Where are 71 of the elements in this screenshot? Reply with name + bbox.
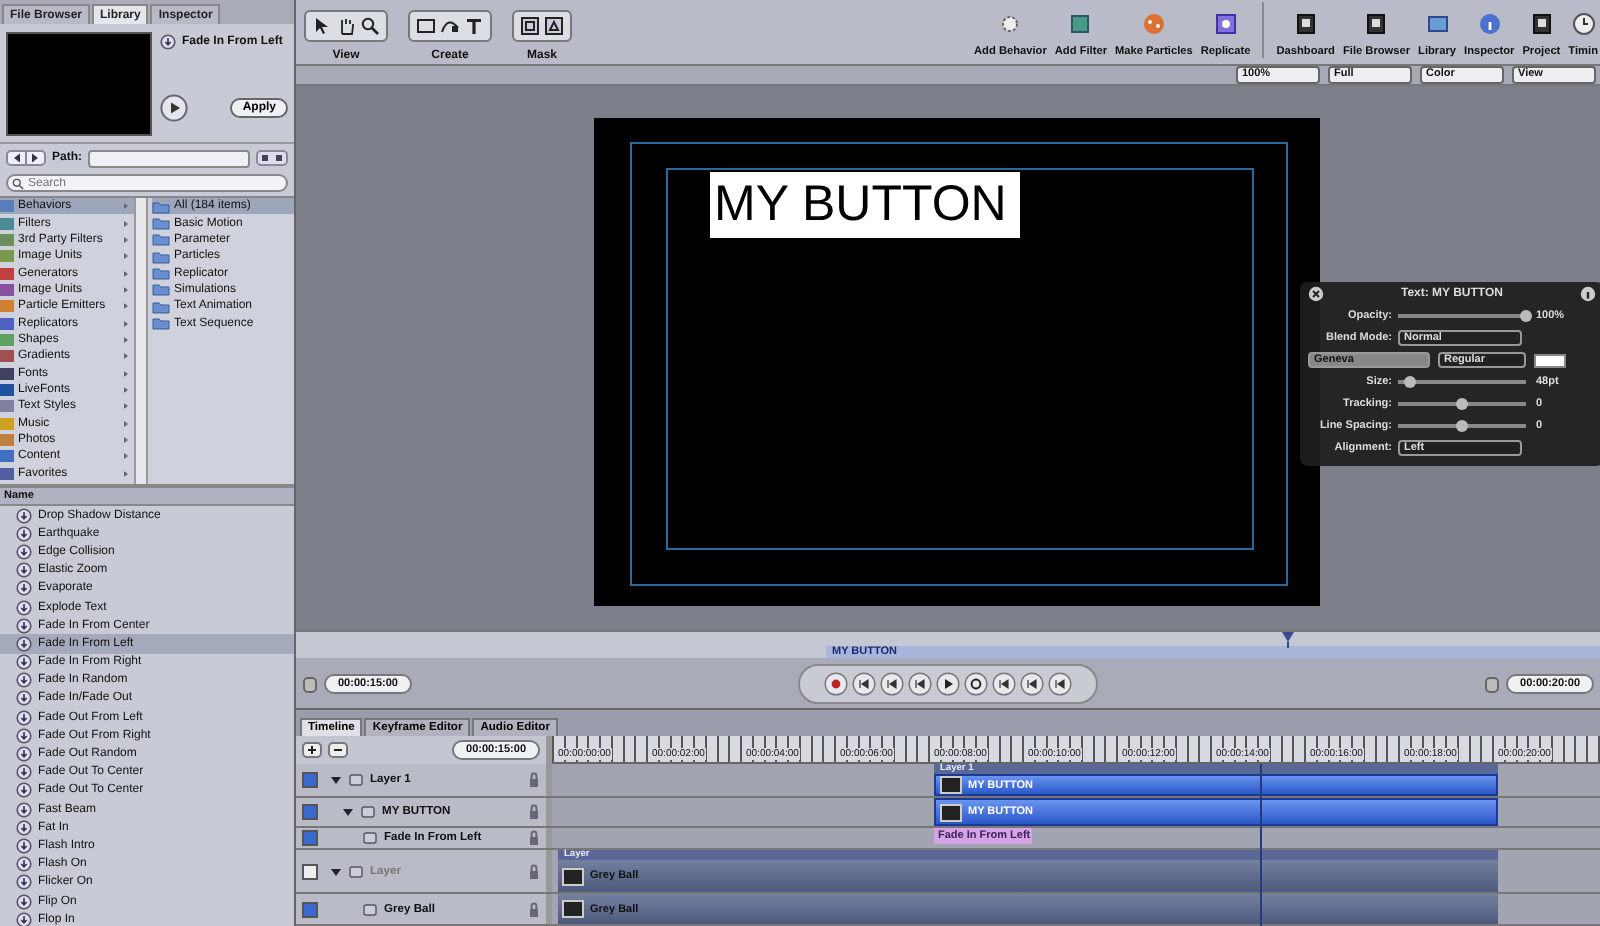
play-selection-button[interactable]	[908, 671, 932, 696]
close-icon[interactable]	[1308, 286, 1324, 303]
slider-track[interactable]	[1398, 402, 1526, 407]
library-icon	[1425, 11, 1450, 36]
loop-button[interactable]	[964, 671, 988, 696]
slider-track[interactable]	[1398, 380, 1526, 385]
disclosure-triangle-icon[interactable]	[342, 806, 354, 818]
layer-checkbox[interactable]	[302, 901, 318, 917]
canvas-text[interactable]: MY BUTTON	[710, 171, 1020, 238]
tool-button-group[interactable]	[408, 10, 492, 42]
layer-icon	[348, 863, 364, 879]
clock-icon	[1571, 11, 1596, 36]
remove-button[interactable]	[328, 742, 348, 758]
hand-icon	[336, 16, 356, 36]
project-icon	[1529, 11, 1554, 36]
play-button[interactable]	[160, 94, 188, 122]
disclosure-triangle-icon[interactable]	[330, 774, 342, 786]
next-frame-button[interactable]	[1020, 671, 1044, 696]
layer-checkbox[interactable]	[302, 772, 318, 788]
lock-icon[interactable]	[528, 772, 540, 788]
add-button[interactable]	[302, 742, 322, 758]
lock-icon[interactable]	[528, 901, 540, 917]
rectangle-icon	[416, 16, 436, 36]
color-swatch[interactable]	[1534, 353, 1566, 368]
slider-track[interactable]	[1398, 424, 1526, 429]
gear-icon	[998, 11, 1023, 36]
to-end-button[interactable]	[880, 671, 904, 696]
view-toggle-icon[interactable]	[256, 150, 288, 166]
slider-thumb[interactable]	[1456, 420, 1468, 433]
slider-thumb[interactable]	[1404, 376, 1417, 389]
playhead-marker[interactable]	[1279, 631, 1296, 648]
search-icon	[12, 177, 24, 189]
tool-button-group[interactable]	[512, 10, 572, 42]
audio-button[interactable]	[1048, 671, 1072, 696]
prev-frame-button[interactable]	[992, 671, 1016, 696]
slider-thumb[interactable]	[1520, 310, 1532, 323]
layer-checkbox[interactable]	[302, 863, 318, 879]
info-icon	[1477, 11, 1502, 36]
layer-checkbox[interactable]	[302, 804, 318, 820]
mask-rectangle-icon	[520, 16, 540, 36]
lock-icon[interactable]	[528, 830, 540, 846]
text-tool-icon	[464, 16, 484, 36]
behavior-icon	[160, 34, 176, 50]
zoom-icon	[360, 16, 380, 36]
record-button[interactable]	[824, 671, 848, 696]
arrow-icon	[312, 16, 332, 36]
clip-thumbnail	[940, 776, 962, 794]
clip-thumbnail	[562, 867, 584, 885]
path-dropdown[interactable]	[88, 149, 250, 167]
mask-bezier-icon	[544, 16, 564, 36]
back-forward-buttons[interactable]	[6, 150, 46, 166]
lock-icon[interactable]	[528, 863, 540, 879]
filter-icon	[1068, 11, 1093, 36]
tool-button-group[interactable]	[304, 10, 388, 42]
file-browser-icon	[1364, 11, 1389, 36]
layer-icon	[362, 901, 378, 917]
layer-checkbox[interactable]	[302, 830, 318, 846]
lock-icon[interactable]	[528, 804, 540, 820]
slider-thumb[interactable]	[1456, 398, 1468, 411]
slider-track[interactable]	[1398, 314, 1526, 319]
to-start-button[interactable]	[852, 671, 876, 696]
dashboard-icon	[1293, 11, 1318, 36]
scrollbar[interactable]	[134, 198, 148, 484]
play-button[interactable]	[936, 671, 960, 696]
replicate-icon	[1213, 11, 1238, 36]
info-icon[interactable]	[1579, 286, 1596, 303]
pen-icon	[440, 16, 460, 36]
disclosure-triangle-icon[interactable]	[330, 865, 342, 877]
clip-thumbnail	[562, 900, 584, 918]
clip-thumbnail	[940, 803, 962, 821]
particles-icon	[1141, 11, 1166, 36]
